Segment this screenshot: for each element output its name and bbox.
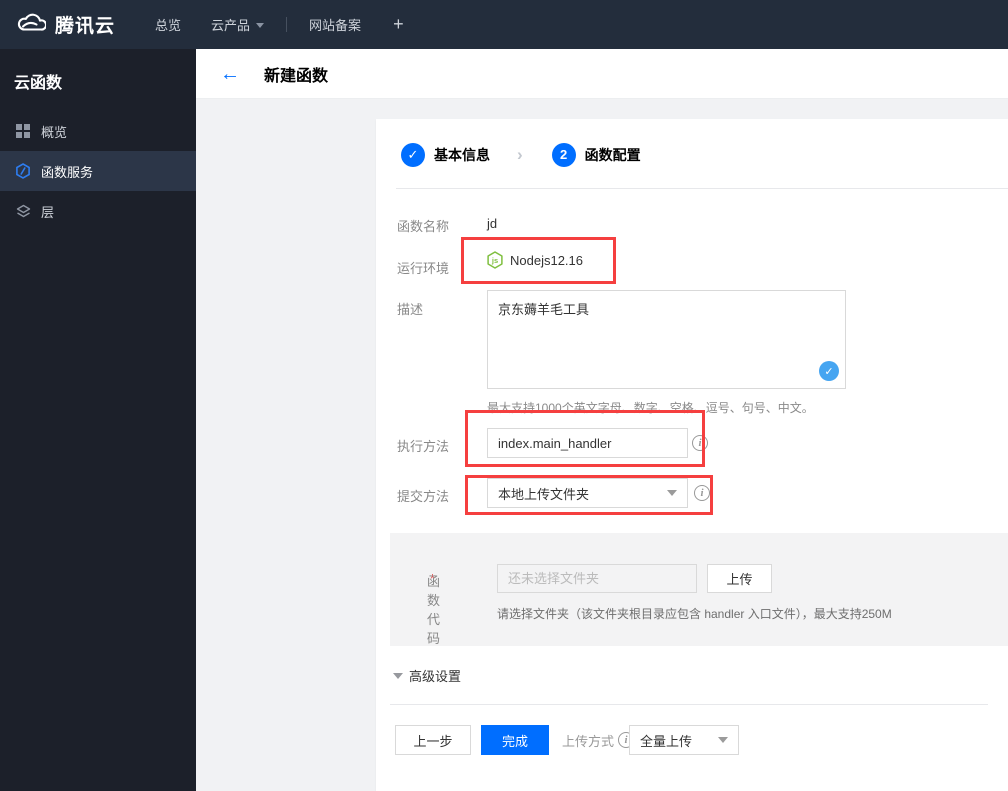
- description-label: 描述: [397, 302, 424, 317]
- runtime-value: Nodejs12.16: [510, 252, 583, 268]
- submit-method-select[interactable]: 本地上传文件夹: [487, 478, 688, 508]
- sidebar-title: 云函数: [14, 75, 63, 92]
- handler-input[interactable]: [487, 428, 688, 458]
- nav-overview[interactable]: 总览: [155, 15, 181, 34]
- sidebar-item-function-service[interactable]: 函数服务: [0, 151, 196, 191]
- create-function-card: ✓ 基本信息 › 2 函数配置 函数名称 jd 运行环境 js Nodejs12…: [376, 119, 1008, 791]
- advanced-settings-toggle[interactable]: 高级设置: [393, 666, 461, 685]
- brand-name: 腾讯云: [55, 16, 116, 37]
- step-separator-icon: ›: [517, 144, 523, 164]
- chevron-down-icon: [256, 23, 265, 28]
- triangle-down-icon: [393, 672, 403, 679]
- handler-info-icon[interactable]: i: [692, 435, 708, 451]
- function-code-section: 函数代码* 上传 请选择文件夹（该文件夹根目录应包含 handler 入口文件）…: [390, 533, 1008, 646]
- tencent-cloud-logo[interactable]: 腾讯云: [16, 11, 115, 38]
- step1-label: 基本信息: [434, 146, 490, 163]
- sidebar: 云函数 概览 函数服务 层: [0, 49, 196, 791]
- layers-icon: [15, 203, 31, 219]
- step-indicator: ✓ 基本信息 › 2 函数配置: [401, 142, 641, 167]
- upload-button[interactable]: 上传: [707, 564, 772, 593]
- grid-icon: [15, 123, 31, 139]
- description-help-text: 最大支持1000个英文字母、数字、空格、逗号、句号、中文。: [487, 401, 814, 415]
- nav-divider: [286, 17, 288, 32]
- upload-mode-value: 全量上传: [640, 733, 693, 749]
- back-arrow-button[interactable]: ←: [220, 64, 240, 84]
- step2-label: 函数配置: [584, 146, 641, 163]
- submit-method-value: 本地上传文件夹: [498, 486, 590, 502]
- function-name-label: 函数名称: [397, 219, 450, 234]
- sidebar-item-label: 概览: [41, 124, 68, 140]
- handler-label: 执行方法: [397, 439, 450, 454]
- add-shortcut-button[interactable]: +: [393, 14, 404, 35]
- step1-check-icon: ✓: [401, 142, 425, 167]
- submit-method-label: 提交方法: [397, 489, 450, 504]
- submit-method-info-icon[interactable]: i: [694, 485, 710, 501]
- function-name-value: jd: [487, 216, 498, 231]
- description-textarea[interactable]: 京东薅羊毛工具: [487, 290, 846, 389]
- select-caret-icon: [667, 490, 677, 496]
- step2-number: 2: [551, 142, 576, 167]
- nodejs-icon: js: [487, 251, 503, 269]
- sidebar-item-layers[interactable]: 层: [0, 191, 196, 231]
- sidebar-item-label: 层: [41, 204, 55, 220]
- finish-button[interactable]: 完成: [481, 725, 549, 755]
- top-navigation-bar: 腾讯云 总览 云产品 网站备案 +: [0, 0, 1008, 49]
- valid-check-icon: ✓: [819, 361, 839, 381]
- code-help-text: 请选择文件夹（该文件夹根目录应包含 handler 入口文件），最大支持250M: [497, 607, 892, 621]
- folder-path-input[interactable]: [497, 564, 697, 593]
- runtime-value-row: js Nodejs12.16: [487, 251, 583, 269]
- steps-divider: [396, 188, 1008, 189]
- select-caret-icon: [718, 737, 728, 743]
- page-header: ← 新建函数: [196, 49, 1008, 99]
- runtime-label: 运行环境: [397, 261, 450, 276]
- previous-step-button[interactable]: 上一步: [395, 725, 471, 755]
- function-code-label: 函数代码 *: [427, 571, 441, 646]
- upload-mode-label-row: 上传方式 i: [562, 725, 635, 755]
- sidebar-item-label: 函数服务: [41, 164, 94, 180]
- footer-divider: [390, 704, 988, 705]
- upload-mode-select[interactable]: 全量上传: [629, 725, 739, 755]
- nav-cloud-products[interactable]: 云产品: [211, 15, 265, 34]
- upload-mode-label: 上传方式: [562, 733, 615, 749]
- function-hexagon-icon: [15, 163, 31, 179]
- svg-text:js: js: [491, 256, 498, 265]
- page-title: 新建函数: [264, 67, 329, 85]
- cloud-logo-icon: [16, 12, 48, 37]
- nav-website-beian[interactable]: 网站备案: [309, 15, 361, 34]
- sidebar-item-overview[interactable]: 概览: [0, 111, 196, 151]
